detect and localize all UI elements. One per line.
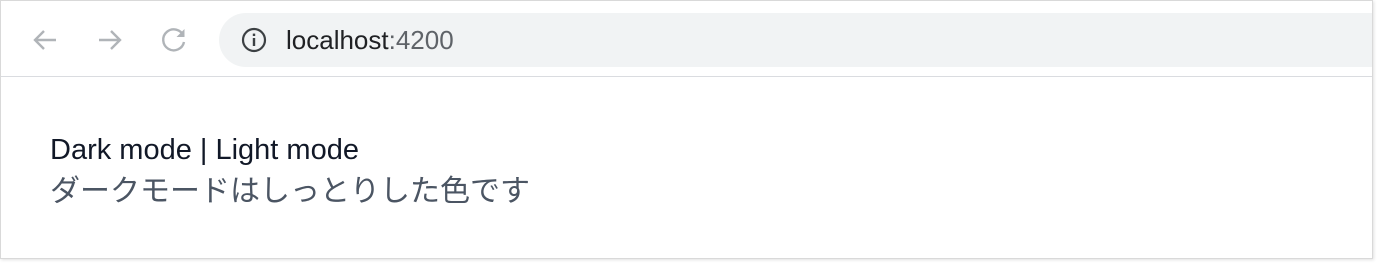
address-bar[interactable]: localhost:4200 [219, 13, 1372, 67]
reload-button[interactable] [157, 23, 191, 57]
info-icon[interactable] [241, 27, 267, 53]
url-text: localhost:4200 [286, 25, 454, 55]
mode-links-text: Dark mode | Light mode [50, 134, 359, 166]
url-host: localhost [286, 25, 389, 55]
forward-button[interactable] [93, 23, 127, 57]
url-port: :4200 [388, 25, 454, 55]
arrow-left-icon [33, 30, 56, 50]
reload-icon [162, 28, 186, 52]
arrow-right-icon [99, 30, 122, 50]
browser-toolbar: localhost:4200 [1, 1, 1372, 77]
browser-window: localhost:4200 Dark mode | Light mode ダー… [0, 0, 1373, 259]
description-text: ダークモードはしっとりした色です [50, 175, 530, 208]
back-button[interactable] [28, 23, 62, 57]
page-content: Dark mode | Light mode ダークモードはしっとりした色です [50, 131, 1372, 213]
